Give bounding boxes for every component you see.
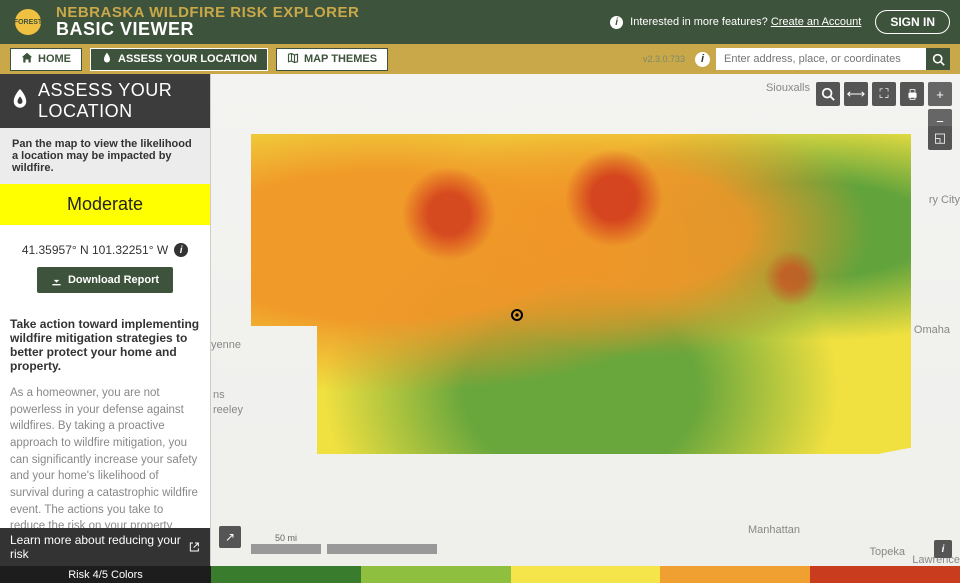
create-account-link[interactable]: Create an Account bbox=[771, 16, 862, 28]
download-report-button[interactable]: Download Report bbox=[37, 267, 173, 293]
app-title: NEBRASKA WILDFIRE RISK EXPLORER bbox=[56, 5, 359, 21]
search-button[interactable] bbox=[926, 48, 950, 70]
action-paragraph: As a homeowner, you are not powerless in… bbox=[10, 385, 200, 528]
learn-more-link[interactable]: Learn more about reducing your risk bbox=[0, 528, 210, 566]
city-label: yenne bbox=[211, 339, 241, 351]
risk-level-banner: Moderate bbox=[0, 184, 210, 225]
expand-icon: ⛶ bbox=[879, 86, 888, 102]
print-button[interactable] bbox=[900, 82, 924, 106]
search-icon bbox=[932, 53, 945, 66]
ruler-icon: ⟷ bbox=[847, 86, 866, 102]
fullscreen-button[interactable]: ⛶ bbox=[872, 82, 896, 106]
location-marker[interactable] bbox=[511, 309, 523, 321]
nav-themes-button[interactable]: MAP THEMES bbox=[276, 48, 388, 71]
attribution-button[interactable]: i bbox=[934, 540, 952, 558]
action-heading: Take action toward implementing wildfire… bbox=[10, 317, 200, 373]
nav-home-button[interactable]: HOME bbox=[10, 48, 82, 71]
city-label: Siouxalls bbox=[766, 82, 810, 94]
legend-swatch bbox=[211, 566, 361, 583]
crosshair-icon: ◱ bbox=[934, 130, 946, 146]
diagonal-arrow-icon: ↗ bbox=[225, 530, 235, 544]
legend-bar: Risk 4/5 Colors bbox=[0, 566, 960, 583]
measure-button[interactable]: ⟷ bbox=[844, 82, 868, 106]
scale-bar: 50 mi bbox=[251, 544, 437, 554]
nav-assess-button[interactable]: ASSESS YOUR LOCATION bbox=[90, 48, 268, 71]
sidebar-title: ASSESS YOUR LOCATION bbox=[38, 80, 200, 122]
info-icon: i bbox=[610, 16, 623, 29]
city-label: ns bbox=[213, 389, 225, 401]
magnify-icon bbox=[821, 87, 835, 101]
zoom-in-button[interactable]: + bbox=[928, 82, 952, 106]
flame-icon bbox=[10, 89, 30, 114]
city-label: Topeka bbox=[870, 546, 905, 558]
legend-swatch bbox=[361, 566, 511, 583]
city-label: Manhattan bbox=[748, 524, 800, 536]
risk-overlay bbox=[251, 134, 911, 454]
city-label: ry City bbox=[929, 194, 960, 206]
home-icon bbox=[21, 52, 33, 67]
info-icon[interactable]: i bbox=[174, 243, 188, 257]
city-label: Omaha bbox=[914, 324, 950, 336]
map-icon bbox=[287, 52, 299, 67]
legend-label: Risk 4/5 Colors bbox=[0, 566, 211, 583]
coordinates-display: 41.35957° N 101.32251° W i bbox=[22, 243, 188, 257]
forest-service-logo: FOREST bbox=[10, 4, 46, 40]
extent-button[interactable]: ◱ bbox=[928, 126, 952, 150]
assess-sidebar: ASSESS YOUR LOCATION Pan the map to view… bbox=[0, 74, 211, 566]
zoom-extent-button[interactable] bbox=[816, 82, 840, 106]
version-label: v2.3.0.733 bbox=[643, 54, 685, 64]
sidebar-instruction: Pan the map to view the likelihood a loc… bbox=[0, 128, 210, 184]
sign-in-button[interactable]: SIGN IN bbox=[875, 10, 950, 34]
print-icon bbox=[906, 88, 919, 101]
external-link-icon bbox=[189, 541, 200, 553]
plus-icon: + bbox=[936, 87, 944, 102]
download-icon bbox=[51, 275, 62, 286]
info-icon[interactable]: i bbox=[695, 52, 710, 67]
map-canvas[interactable]: Siouxalls ry City Omaha Manhattan Topeka… bbox=[211, 74, 960, 566]
flame-icon bbox=[101, 52, 113, 67]
city-label: reeley bbox=[213, 404, 243, 416]
expand-panel-button[interactable]: ↗ bbox=[219, 526, 241, 548]
app-subtitle: BASIC VIEWER bbox=[56, 20, 359, 39]
search-input[interactable] bbox=[716, 48, 926, 70]
features-prompt: i Interested in more features? Create an… bbox=[610, 16, 861, 29]
legend-swatch bbox=[660, 566, 810, 583]
legend-swatch bbox=[810, 566, 960, 583]
legend-swatch bbox=[511, 566, 661, 583]
